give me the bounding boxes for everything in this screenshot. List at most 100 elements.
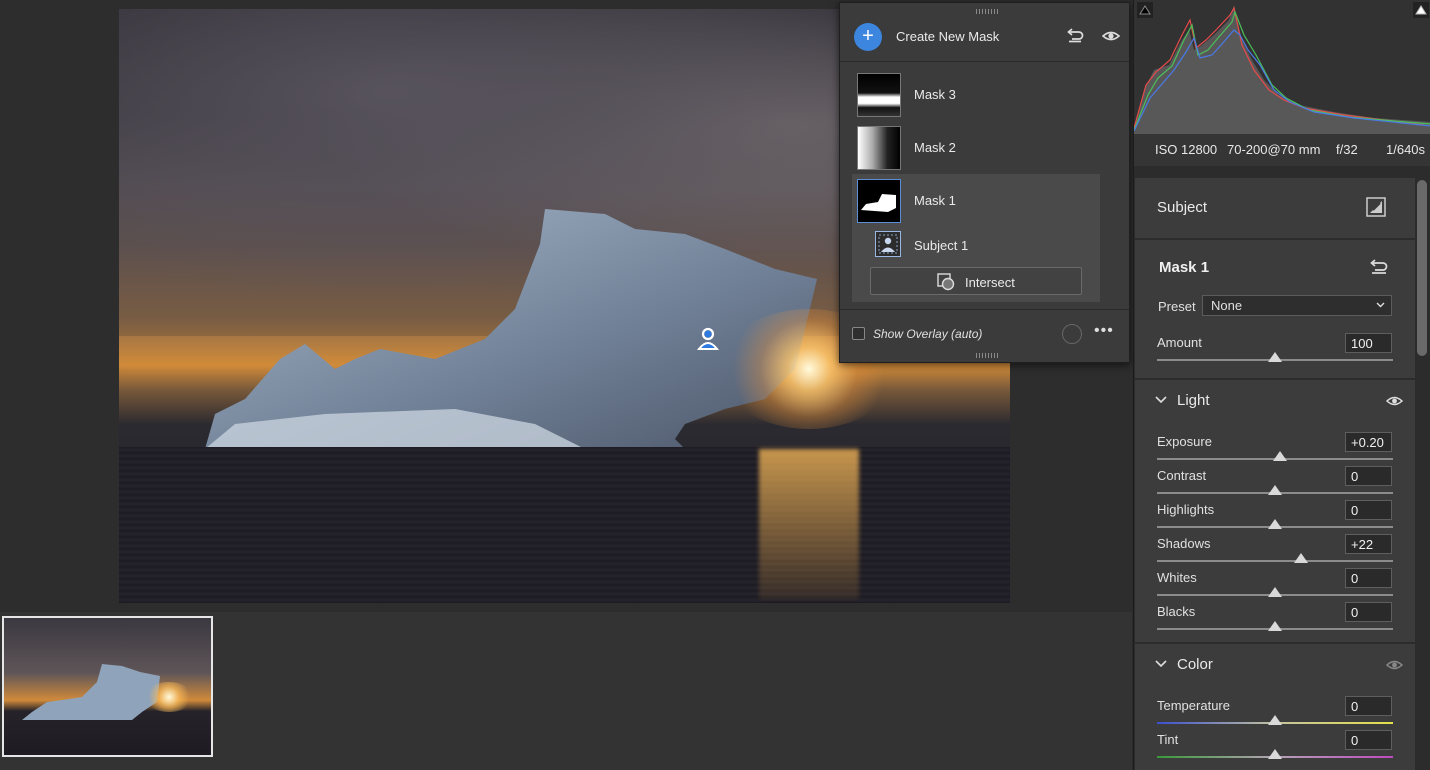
mask-item-1[interactable]: Mask 1 xyxy=(852,176,1100,226)
create-new-mask-label[interactable]: Create New Mask xyxy=(896,29,999,44)
slider-label: Contrast xyxy=(1157,468,1207,483)
blacks-slider[interactable]: Blacks 0 xyxy=(1157,602,1397,638)
show-overlay-checkbox[interactable] xyxy=(852,327,865,340)
preset-label: Preset xyxy=(1158,299,1196,314)
masks-header: + Create New Mask xyxy=(840,15,1129,59)
panel-bottom-grip[interactable] xyxy=(976,353,998,358)
light-section: Light Exposure +0.20 Contrast 0 Highlights 0 S… xyxy=(1135,380,1415,642)
clip-warning-icon xyxy=(1139,5,1151,15)
intersect-label: Intersect xyxy=(965,275,1015,290)
slider-value-field[interactable]: 100 xyxy=(1345,333,1392,353)
mask-type-section: Subject xyxy=(1135,178,1415,238)
slider-value-field[interactable]: +0.20 xyxy=(1345,432,1392,452)
exif-info-bar: ISO 12800 70-200@70 mm f/32 1/640s xyxy=(1134,134,1430,166)
temperature-slider[interactable]: Temperature 0 xyxy=(1157,696,1397,732)
exposure-slider[interactable]: Exposure +0.20 xyxy=(1157,432,1397,468)
intersect-icon xyxy=(937,273,955,291)
contrast-slider[interactable]: Contrast 0 xyxy=(1157,466,1397,502)
filmstrip-thumbnail[interactable] xyxy=(2,616,213,757)
eye-icon[interactable] xyxy=(1386,394,1403,408)
exif-lens: 70-200@70 mm xyxy=(1227,142,1321,157)
edit-mask-icon[interactable] xyxy=(1365,196,1387,218)
slider-thumb[interactable] xyxy=(1268,715,1282,725)
chevron-down-icon xyxy=(1376,302,1385,308)
slider-thumb[interactable] xyxy=(1268,485,1282,495)
edit-panel: ISO 12800 70-200@70 mm f/32 1/640s Subje… xyxy=(1133,0,1430,770)
slider-label: Tint xyxy=(1157,732,1179,747)
mask-item-3[interactable]: Mask 3 xyxy=(852,70,1100,120)
slider-thumb[interactable] xyxy=(1272,451,1287,461)
slider-value-field[interactable]: 0 xyxy=(1345,466,1392,486)
intersect-button[interactable]: Intersect xyxy=(870,267,1082,295)
color-section-header[interactable]: Color xyxy=(1155,656,1213,673)
highlight-clipping-toggle[interactable] xyxy=(1413,2,1429,18)
sea-water xyxy=(119,447,1010,603)
slider-value-field[interactable]: +22 xyxy=(1345,534,1392,554)
mask-3-thumbnail xyxy=(857,73,901,117)
slider-label: Shadows xyxy=(1157,536,1211,551)
mask-title: Mask 1 xyxy=(1159,259,1210,276)
slider-thumb[interactable] xyxy=(1268,749,1282,759)
whites-slider[interactable]: Whites 0 xyxy=(1157,568,1397,604)
preset-dropdown[interactable]: None xyxy=(1202,295,1392,316)
slider-thumb[interactable] xyxy=(1268,519,1282,529)
slider-label: Exposure xyxy=(1157,434,1212,449)
more-options-icon[interactable]: ••• xyxy=(1094,322,1114,340)
chevron-down-icon xyxy=(1155,396,1167,404)
mask-item-2[interactable]: Mask 2 xyxy=(852,123,1100,173)
histogram-graph xyxy=(1133,5,1430,134)
mask-label: Mask 3 xyxy=(914,87,956,102)
amount-slider[interactable]: Amount 100 xyxy=(1157,333,1397,369)
slider-thumb[interactable] xyxy=(1268,621,1282,631)
subject-pin-icon[interactable] xyxy=(697,327,719,351)
create-new-mask-button[interactable]: + xyxy=(854,23,882,51)
thumbnail-iceberg xyxy=(22,664,160,720)
filmstrip xyxy=(0,612,1132,770)
chevron-down-icon xyxy=(1155,660,1167,668)
preset-value: None xyxy=(1211,298,1243,313)
highlights-slider[interactable]: Highlights 0 xyxy=(1157,500,1397,536)
panel-scrollbar[interactable] xyxy=(1417,180,1427,356)
slider-value-field[interactable]: 0 xyxy=(1345,696,1392,716)
slider-label: Temperature xyxy=(1157,698,1230,713)
eye-icon[interactable] xyxy=(1386,658,1403,672)
slider-label: Amount xyxy=(1157,335,1202,350)
section-title: Light xyxy=(1177,392,1210,409)
slider-value-field[interactable]: 0 xyxy=(1345,500,1392,520)
show-overlay-label[interactable]: Show Overlay (auto) xyxy=(873,327,982,341)
mask-2-thumbnail xyxy=(857,126,901,170)
reset-icon[interactable] xyxy=(1369,258,1389,276)
mask-list: Mask 3 Mask 2 Mask 1 Subject 1 Intersect xyxy=(840,61,1129,309)
slider-value-field[interactable]: 0 xyxy=(1345,602,1392,622)
mask-settings-section: Mask 1 Preset None Amount 100 xyxy=(1135,240,1415,378)
light-section-header[interactable]: Light xyxy=(1155,392,1210,409)
photo-editor-window: + Create New Mask Mask 3 Mask 2 Mask 1 S… xyxy=(0,0,1430,770)
section-title: Color xyxy=(1177,656,1213,673)
slider-label: Highlights xyxy=(1157,502,1215,517)
panel-top-grip[interactable] xyxy=(976,9,998,14)
overlay-color-swatch[interactable] xyxy=(1062,324,1082,344)
masks-panel: + Create New Mask Mask 3 Mask 2 Mask 1 S… xyxy=(839,2,1130,363)
iceberg-shape xyxy=(205,209,817,449)
reset-icon[interactable] xyxy=(1066,27,1084,45)
mask-label: Mask 1 xyxy=(914,193,956,208)
slider-track[interactable] xyxy=(1157,560,1393,562)
shadows-slider[interactable]: Shadows +22 xyxy=(1157,534,1397,570)
mask-component-subject[interactable]: Subject 1 xyxy=(852,228,1100,262)
slider-thumb[interactable] xyxy=(1293,553,1308,563)
sun-reflection xyxy=(759,449,859,599)
slider-thumb[interactable] xyxy=(1268,587,1282,597)
exif-iso: ISO 12800 xyxy=(1155,142,1218,157)
eye-icon[interactable] xyxy=(1102,27,1120,45)
mask-label: Mask 2 xyxy=(914,140,956,155)
shadow-clipping-toggle[interactable] xyxy=(1137,2,1153,18)
component-label: Subject 1 xyxy=(914,238,969,253)
slider-value-field[interactable]: 0 xyxy=(1345,568,1392,588)
histogram xyxy=(1133,0,1430,134)
person-icon xyxy=(878,234,898,254)
slider-thumb[interactable] xyxy=(1268,352,1282,362)
mask-1-shape xyxy=(861,194,896,212)
thumbnail-sun xyxy=(144,682,194,712)
tint-slider[interactable]: Tint 0 xyxy=(1157,730,1397,766)
slider-value-field[interactable]: 0 xyxy=(1345,730,1392,750)
